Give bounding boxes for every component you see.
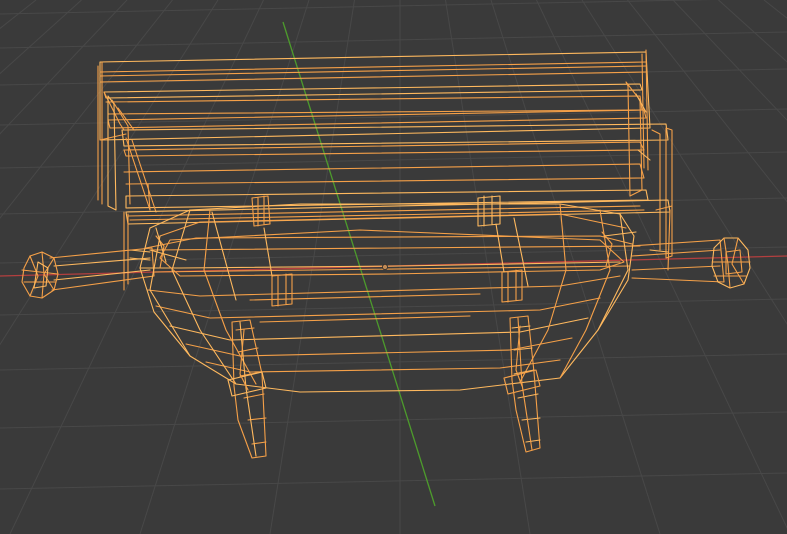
grid-line [0,472,787,490]
support-post-wire[interactable] [211,195,529,307]
grid-line [581,0,787,325]
grid-line [0,0,128,135]
grid-line [0,0,173,219]
grid-line [0,0,714,15]
floor-grid [0,0,787,534]
left-leg-wire[interactable] [227,319,267,459]
grid-line [763,0,787,19]
3d-viewport[interactable] [0,0,787,534]
grid-line [0,151,787,169]
viewport-canvas[interactable] [0,0,787,534]
grid-line [0,411,787,429]
right-handle-wire[interactable] [629,237,751,289]
grid-line [0,31,787,49]
grid-line [0,353,787,371]
selected-object-wireframe[interactable] [21,49,751,459]
object-origin-dot[interactable] [381,263,388,270]
tub-body-wire[interactable] [139,203,637,393]
grid-line [0,0,37,30]
grid-line [0,0,82,75]
